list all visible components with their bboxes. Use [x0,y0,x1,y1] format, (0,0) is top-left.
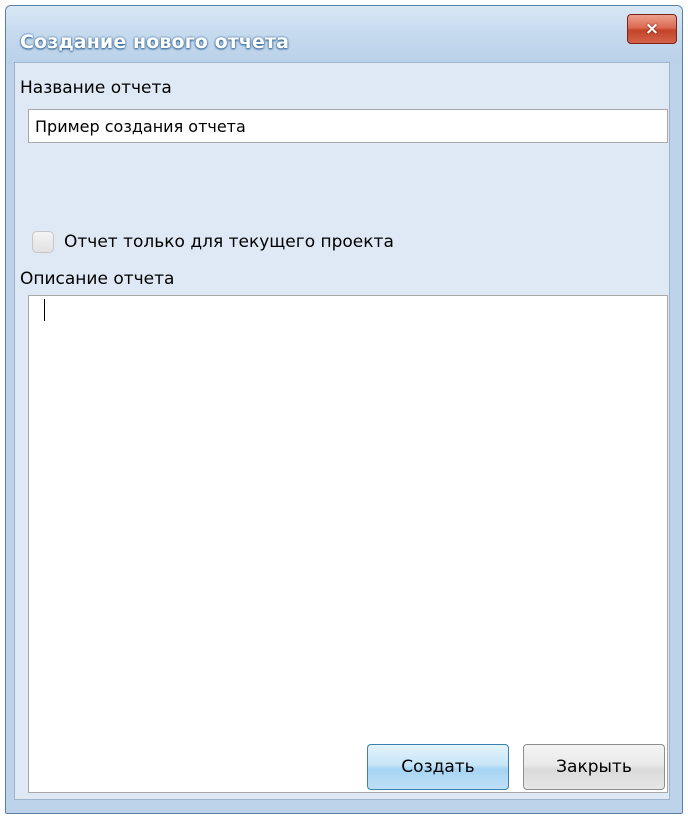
text-caret [44,299,45,321]
create-button[interactable]: Создать [367,744,509,790]
report-description-textarea[interactable] [28,295,668,793]
dialog-content-area: Название отчета Отчет только для текущег… [5,5,683,814]
close-dialog-button[interactable]: Закрыть [523,744,665,790]
report-name-input[interactable] [28,109,668,143]
current-project-only-checkbox[interactable] [32,231,54,253]
current-project-only-label[interactable]: Отчет только для текущего проекта [64,232,394,252]
report-description-label: Описание отчета [20,269,175,289]
current-project-only-option[interactable]: Отчет только для текущего проекта [32,231,394,253]
report-name-label: Название отчета [20,78,172,98]
dialog-client-area: Название отчета Отчет только для текущег… [14,62,670,800]
